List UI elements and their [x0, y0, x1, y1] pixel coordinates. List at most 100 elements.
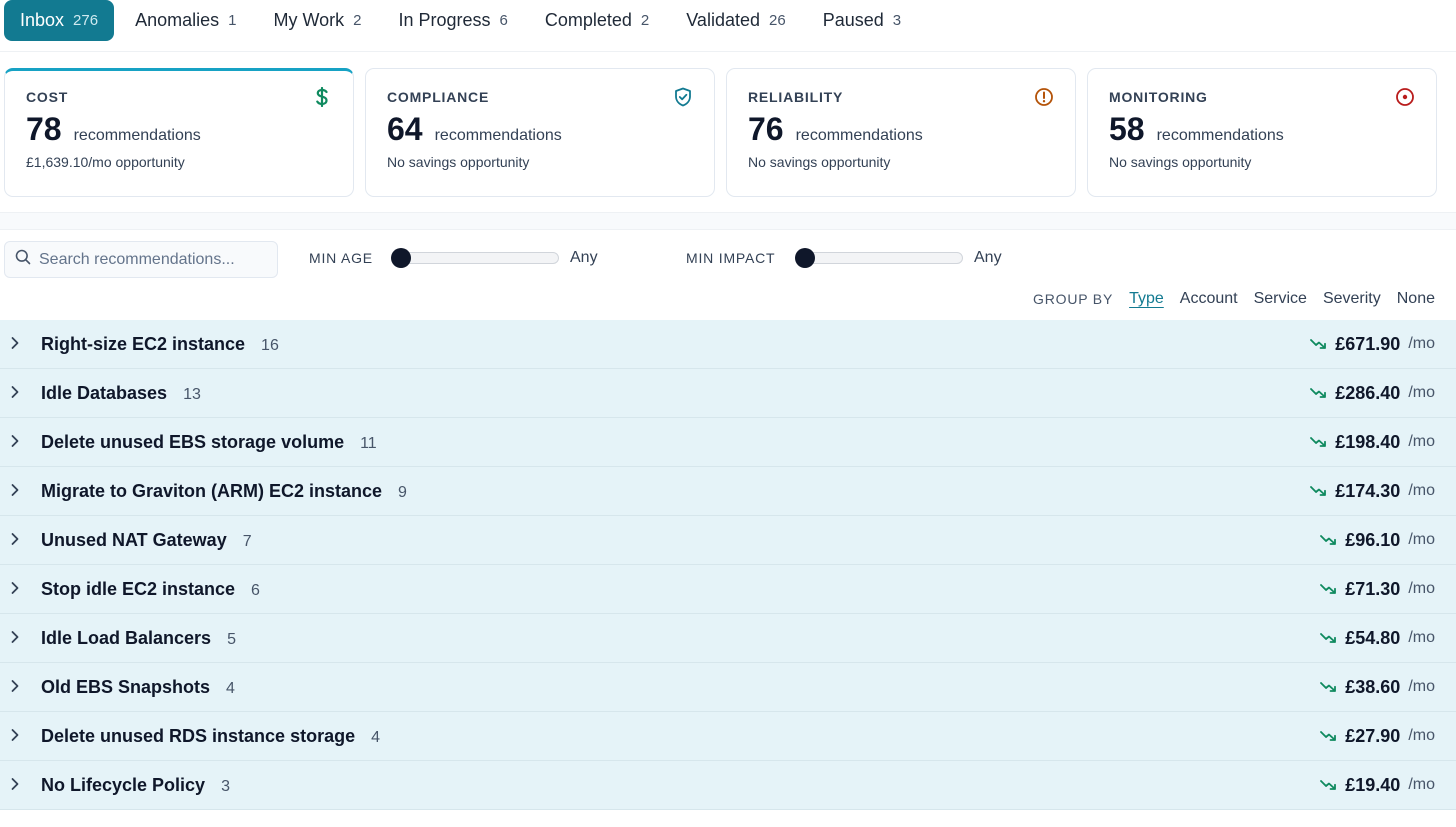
- group-savings-period: /mo: [1408, 531, 1435, 548]
- group-by-none[interactable]: None: [1397, 290, 1435, 308]
- group-name: Migrate to Graviton (ARM) EC2 instance: [41, 480, 383, 501]
- tab-my-work[interactable]: My Work 2: [257, 0, 377, 41]
- trending-down-icon: [1320, 584, 1337, 594]
- chevron-right-icon[interactable]: [8, 336, 22, 350]
- group-row[interactable]: Idle Load Balancers 5 £54.80 /mo: [0, 614, 1456, 663]
- min-impact-value: Any: [974, 249, 1002, 266]
- chevron-right-icon[interactable]: [8, 777, 22, 791]
- tabs-divider: [0, 51, 1456, 52]
- card-unit: recommendations: [434, 127, 562, 144]
- tab-count: 3: [892, 12, 902, 29]
- card-compliance[interactable]: COMPLIANCE 64 recommendations No savings …: [365, 68, 715, 197]
- trending-down-icon: [1320, 731, 1337, 741]
- card-unit: recommendations: [795, 127, 923, 144]
- group-name: Idle Databases: [41, 382, 168, 403]
- card-title: COST: [26, 89, 69, 105]
- search-input[interactable]: [39, 250, 269, 269]
- trending-down-icon: [1320, 633, 1337, 643]
- chevron-right-icon[interactable]: [8, 581, 22, 595]
- min-age-slider-handle[interactable]: [391, 248, 411, 268]
- chevron-right-icon[interactable]: [8, 728, 22, 742]
- group-savings: £71.30: [1345, 578, 1401, 599]
- tab-in-progress[interactable]: In Progress 6: [382, 0, 523, 41]
- group-savings-period: /mo: [1408, 384, 1435, 401]
- group-row[interactable]: Delete unused EBS storage volume 11 £198.…: [0, 418, 1456, 467]
- card-subtitle: No savings opportunity: [748, 154, 891, 170]
- chevron-right-icon[interactable]: [8, 630, 22, 644]
- tab-completed[interactable]: Completed 2: [529, 0, 665, 41]
- group-row[interactable]: Delete unused RDS instance storage 4 £27.…: [0, 712, 1456, 761]
- group-row[interactable]: Unused NAT Gateway 7 £96.10 /mo: [0, 516, 1456, 565]
- group-row[interactable]: No Lifecycle Policy 3 £19.40 /mo: [0, 761, 1456, 810]
- group-count: 16: [261, 336, 279, 354]
- group-by-severity[interactable]: Severity: [1323, 290, 1381, 308]
- card-unit: recommendations: [1156, 127, 1284, 144]
- card-cost[interactable]: COST 78 recommendations £1,639.10/mo oppo…: [4, 68, 354, 197]
- tab-inbox[interactable]: Inbox 276: [4, 0, 115, 41]
- card-reliability[interactable]: RELIABILITY 76 recommendations No savings…: [726, 68, 1076, 197]
- group-count: 4: [371, 728, 380, 746]
- group-savings: £19.40: [1345, 774, 1401, 795]
- group-row[interactable]: Migrate to Graviton (ARM) EC2 instance 9 …: [0, 467, 1456, 516]
- group-by-control: GROUP BY Type Account Service Severity N…: [1033, 289, 1435, 309]
- tab-anomalies[interactable]: Anomalies 1: [119, 0, 252, 41]
- group-count: 4: [226, 679, 235, 697]
- alert-circle-icon: [1034, 87, 1054, 107]
- tab-paused[interactable]: Paused 3: [807, 0, 917, 41]
- group-by-service[interactable]: Service: [1254, 290, 1307, 308]
- group-count: 5: [227, 630, 236, 648]
- tab-label: Paused: [822, 10, 884, 30]
- group-savings: £174.30: [1335, 480, 1401, 501]
- group-savings-period: /mo: [1408, 629, 1435, 646]
- group-row[interactable]: Right-size EC2 instance 16 £671.90 /mo: [0, 320, 1456, 369]
- trending-down-icon: [1310, 388, 1327, 398]
- search-box[interactable]: [4, 241, 278, 278]
- card-unit: recommendations: [73, 127, 201, 144]
- group-name: Delete unused RDS instance storage: [41, 725, 356, 746]
- min-age-label: MIN AGE: [309, 250, 373, 266]
- tab-count: 2: [353, 12, 362, 29]
- chevron-right-icon[interactable]: [8, 434, 22, 448]
- min-impact-slider[interactable]: [795, 248, 963, 268]
- tab-label: In Progress: [398, 10, 491, 30]
- chevron-right-icon[interactable]: [8, 532, 22, 546]
- trending-down-icon: [1320, 535, 1337, 545]
- min-age-slider[interactable]: [391, 248, 559, 268]
- min-impact-slider-handle[interactable]: [795, 248, 815, 268]
- tab-label: Inbox: [20, 10, 65, 30]
- card-monitoring[interactable]: MONITORING 58 recommendations No savings …: [1087, 68, 1437, 197]
- group-savings-period: /mo: [1408, 335, 1435, 352]
- group-count: 13: [183, 385, 201, 403]
- tab-count: 276: [73, 12, 99, 29]
- group-row[interactable]: Stop idle EC2 instance 6 £71.30 /mo: [0, 565, 1456, 614]
- trending-down-icon: [1310, 339, 1327, 349]
- group-name: Right-size EC2 instance: [41, 333, 246, 354]
- group-by-account[interactable]: Account: [1180, 290, 1238, 308]
- group-row[interactable]: Old EBS Snapshots 4 £38.60 /mo: [0, 663, 1456, 712]
- group-count: 3: [221, 777, 230, 795]
- group-count: 7: [242, 532, 252, 550]
- tab-validated[interactable]: Validated 26: [670, 0, 801, 41]
- dollar-icon: [312, 87, 332, 107]
- trending-down-icon: [1310, 486, 1327, 496]
- chevron-right-icon[interactable]: [8, 483, 22, 497]
- group-savings: £286.40: [1335, 382, 1401, 403]
- group-by-label: GROUP BY: [1033, 291, 1114, 307]
- tab-label: My Work: [273, 10, 345, 30]
- group-savings-period: /mo: [1408, 678, 1435, 695]
- group-savings-period: /mo: [1408, 776, 1435, 793]
- group-count: 11: [360, 434, 377, 452]
- tab-count: 6: [499, 12, 508, 29]
- recommendation-groups: Right-size EC2 instance 16 £671.90 /mo Id…: [0, 320, 1456, 810]
- search-icon: [15, 249, 31, 270]
- group-name: Stop idle EC2 instance: [41, 578, 236, 599]
- chevron-right-icon[interactable]: [8, 679, 22, 693]
- chevron-right-icon[interactable]: [8, 385, 22, 399]
- group-savings: £54.80: [1345, 627, 1401, 648]
- group-savings: £27.90: [1345, 725, 1401, 746]
- group-by-type[interactable]: Type: [1129, 290, 1164, 308]
- group-savings-period: /mo: [1408, 580, 1435, 597]
- shield-check-icon: [673, 87, 693, 107]
- group-savings: £38.60: [1345, 676, 1401, 697]
- group-row[interactable]: Idle Databases 13 £286.40 /mo: [0, 369, 1456, 418]
